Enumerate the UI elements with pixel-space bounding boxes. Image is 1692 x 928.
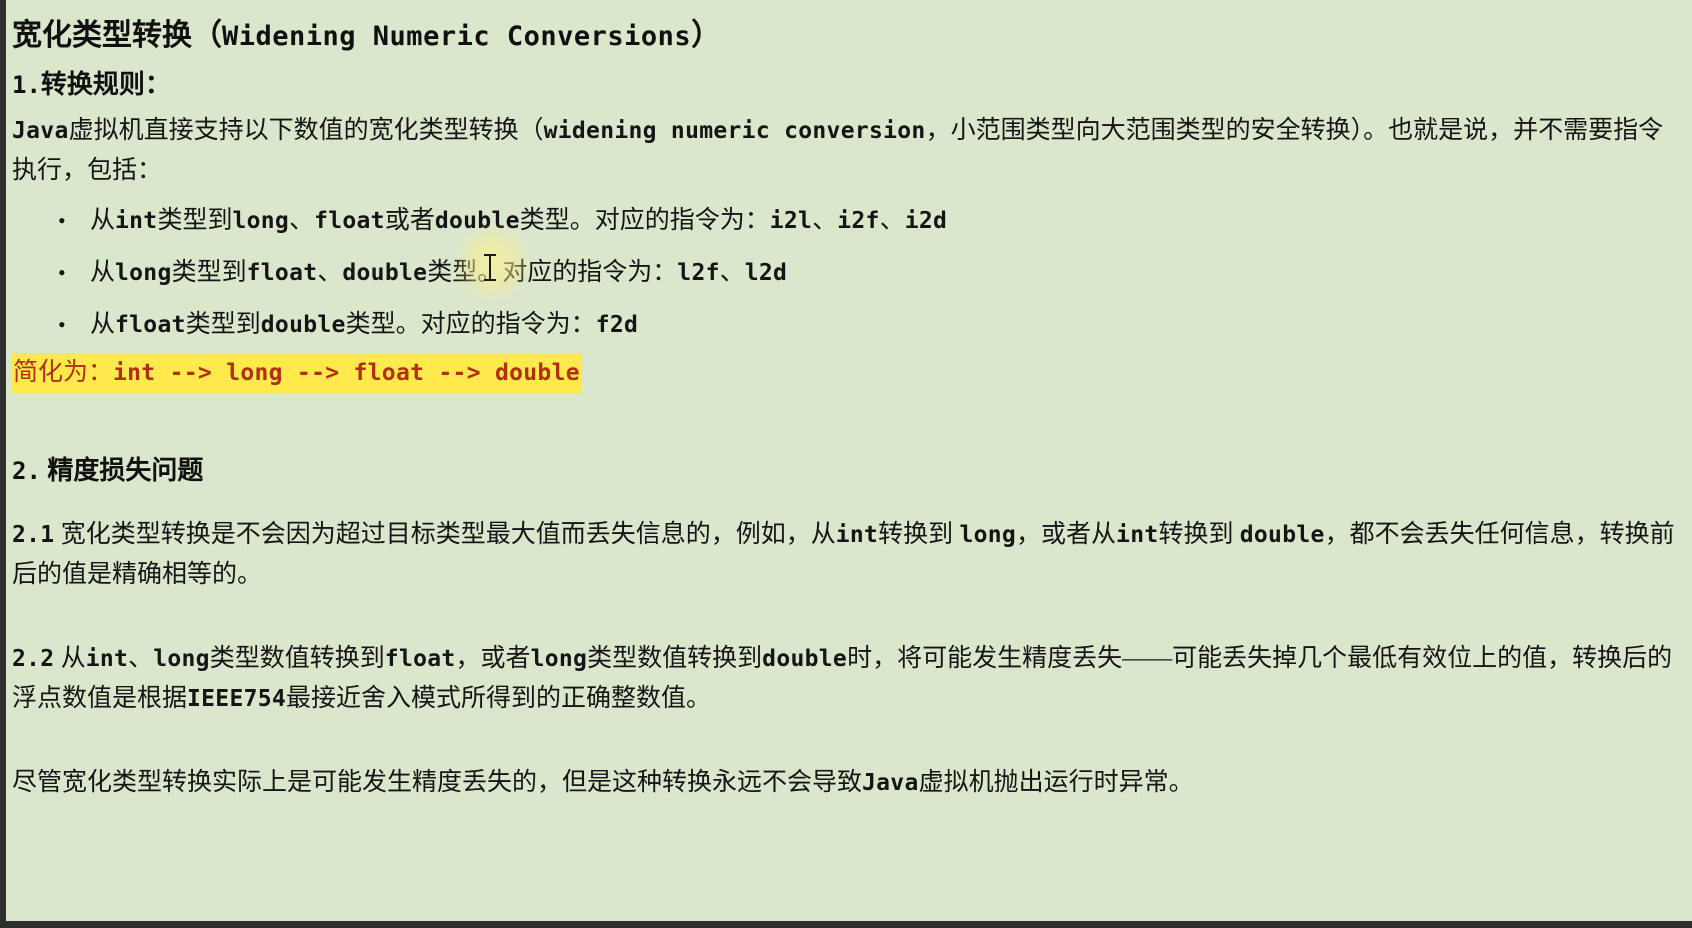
- page-title-cjk: 宽化类型转换: [12, 19, 192, 52]
- p21-m4: double: [1239, 522, 1325, 548]
- li3-m2: double: [260, 312, 346, 338]
- li2-m5: l2d: [744, 260, 788, 286]
- bullet-icon: •: [58, 312, 66, 337]
- li2-t4: 类型。对应的指令为：: [427, 259, 678, 286]
- p21-t3: ，或者从: [1016, 521, 1117, 548]
- section-2-number: 2.: [12, 457, 41, 485]
- p22-t3: 类型数值转换到: [209, 645, 385, 672]
- li3-t1: 从: [90, 311, 116, 338]
- item-2-2-number: 2.2: [12, 646, 55, 672]
- highlighted-summary: 简化为：int --> long --> float --> double: [12, 353, 582, 393]
- section-1-intro-latin: widening numeric conversion: [543, 118, 926, 144]
- list-item: • 从int类型到long、float或者double类型。对应的指令为：i2l、…: [58, 195, 1692, 247]
- li1-t3: 、: [289, 207, 315, 234]
- p21-m3: int: [1116, 522, 1159, 548]
- item-2-1-number: 2.1: [12, 522, 55, 548]
- section-2-2-paragraph: 2.2 从int、long类型数值转换到float，或者long类型数值转换到d…: [6, 633, 1692, 719]
- bullet-icon: •: [58, 260, 66, 285]
- section-2-heading-text: 精度损失问题: [47, 456, 204, 485]
- section-2-closing-paragraph: 尽管宽化类型转换实际上是可能发生精度丢失的，但是这种转换永远不会导致Java虚拟…: [6, 757, 1692, 803]
- page-title-latin: Widening Numeric Conversions: [222, 21, 692, 52]
- li2-m2: float: [246, 260, 318, 286]
- document-page: 宽化类型转换（Widening Numeric Conversions） 1.转…: [0, 0, 1692, 928]
- pc-m1: Java: [862, 770, 919, 796]
- p22-m3: float: [384, 646, 456, 672]
- list-item: • 从float类型到double类型。对应的指令为：f2d: [58, 299, 1692, 351]
- li1-m5: i2l: [769, 208, 813, 234]
- p21-m2: long: [959, 522, 1017, 548]
- p22-t1: 从: [60, 645, 86, 672]
- li1-m2: long: [232, 208, 290, 234]
- li2-m4: l2f: [677, 260, 720, 286]
- li2-t5: 、: [719, 259, 745, 286]
- p22-t5: 类型数值转换到: [587, 645, 763, 672]
- li1-t6: 、: [812, 207, 838, 234]
- p22-m1: int: [85, 646, 129, 672]
- p21-m1: int: [835, 522, 879, 548]
- p22-m4: long: [530, 646, 588, 672]
- pc-t1: 尽管宽化类型转换实际上是可能发生精度丢失的，但是这种转换永远不会导致: [12, 769, 863, 796]
- li2-m3: double: [342, 260, 428, 286]
- summary-chain: int --> long --> float --> double: [113, 360, 580, 386]
- p22-t4: ，或者: [455, 645, 531, 672]
- pc-t2: 虚拟机抛出运行时异常。: [918, 769, 1194, 796]
- li1-t2: 类型到: [157, 207, 233, 234]
- conversion-rules-list: • 从int类型到long、float或者double类型。对应的指令为：i2l、…: [6, 195, 1692, 351]
- li3-m1: float: [115, 312, 186, 338]
- li1-m6: i2f: [837, 208, 880, 234]
- li3-t2: 类型到: [185, 311, 261, 338]
- p22-t2: 、: [128, 645, 154, 672]
- document-content: 宽化类型转换（Widening Numeric Conversions） 1.转…: [6, 0, 1692, 803]
- p22-m2: long: [153, 646, 210, 672]
- page-title-paren-open: （: [192, 19, 222, 52]
- summary-line-wrapper: 简化为：int --> long --> float --> double: [6, 351, 1692, 393]
- bullet-icon: •: [58, 208, 66, 233]
- li2-t2: 类型到: [171, 259, 247, 286]
- p22-m6: IEEE754: [187, 686, 287, 712]
- section-2-heading: 2. 精度损失问题: [6, 445, 1692, 491]
- li2-m1: long: [115, 260, 172, 286]
- section-2-1-paragraph: 2.1 宽化类型转换是不会因为超过目标类型最大值而丢失信息的，例如，从int转换…: [6, 509, 1692, 595]
- p21-t2: 转换到: [878, 521, 960, 548]
- li3-t3: 类型。对应的指令为：: [345, 311, 596, 338]
- section-1-heading-text: 转换规则：: [40, 70, 171, 99]
- li2-t3: 、: [317, 259, 343, 286]
- li1-m4: double: [434, 208, 520, 234]
- section-1-intro: Java虚拟机直接支持以下数值的宽化类型转换（widening numeric …: [6, 105, 1692, 191]
- page-title: 宽化类型转换（Widening Numeric Conversions）: [6, 8, 1692, 59]
- li1-m3: float: [314, 208, 385, 234]
- li2-t1: 从: [90, 259, 116, 286]
- section-1-intro-a: 虚拟机直接支持以下数值的宽化类型转换（: [68, 117, 544, 144]
- li1-t1: 从: [90, 207, 116, 234]
- section-1-number: 1.: [12, 71, 41, 99]
- section-1-intro-java: Java: [12, 118, 69, 144]
- li1-t4: 或者: [384, 207, 435, 234]
- li3-m3: f2d: [595, 312, 639, 338]
- page-title-paren-close: ）: [691, 19, 722, 52]
- section-1-heading: 1.转换规则：: [6, 59, 1692, 105]
- p22-m5: double: [762, 646, 848, 672]
- p22-t7: 最接近舍入模式所得到的正确整数值。: [286, 685, 712, 712]
- li1-m7: i2d: [904, 208, 948, 234]
- li1-t5: 类型。对应的指令为：: [519, 207, 770, 234]
- summary-label: 简化为：: [13, 359, 114, 386]
- li1-t7: 、: [879, 207, 905, 234]
- p21-t4: 转换到: [1158, 521, 1240, 548]
- li1-m1: int: [115, 208, 158, 234]
- p21-t1: 宽化类型转换是不会因为超过目标类型最大值而丢失信息的，例如，从: [60, 521, 836, 548]
- list-item: • 从long类型到float、double类型。对应的指令为：l2f、l2d: [58, 247, 1692, 299]
